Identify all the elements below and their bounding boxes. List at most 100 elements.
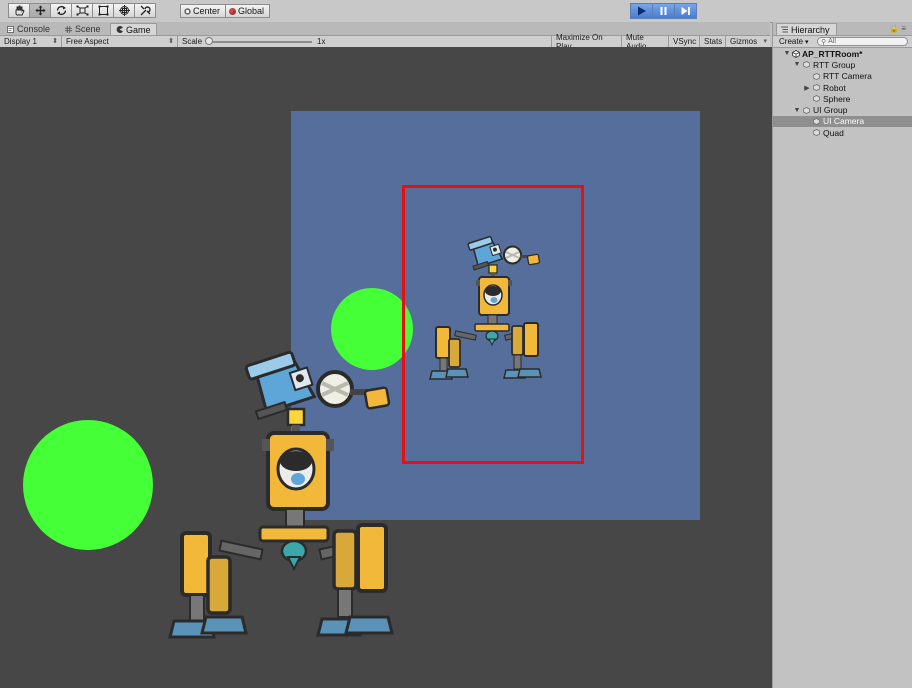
aspect-label: Free Aspect: [66, 37, 109, 46]
aspect-dropdown[interactable]: Free Aspect ⬍: [62, 36, 178, 47]
create-label: Create: [779, 37, 804, 46]
tab-console[interactable]: Console: [2, 23, 55, 35]
stats-label: Stats: [704, 37, 723, 46]
sphere-left: [23, 420, 153, 550]
hand-icon: [15, 5, 25, 16]
gameobject-cube-icon: [813, 72, 820, 80]
pivot-mode-button[interactable]: Center: [180, 4, 227, 18]
vsync-toggle[interactable]: VSync: [669, 36, 700, 47]
step-button[interactable]: [674, 3, 697, 19]
gameobject-cube-icon: [813, 84, 820, 91]
gizmos-dropdown[interactable]: Gizmos ▾: [726, 36, 770, 47]
hierarchy-item-label: UI Camera: [823, 116, 865, 127]
scale-label: Scale: [182, 37, 203, 46]
scale-icon: [76, 5, 88, 16]
display-dropdown[interactable]: Display 1 ⬍: [0, 36, 62, 47]
main-toolbar: Center Global: [0, 0, 912, 23]
step-icon: [681, 7, 690, 15]
hierarchy-item-label: Robot: [823, 82, 846, 93]
custom-tool-button[interactable]: [134, 3, 156, 18]
hierarchy-item-label: RTT Camera: [823, 71, 872, 82]
hierarchy-tab-label: Hierarchy: [791, 24, 830, 35]
create-dropdown[interactable]: Create ▾: [779, 36, 809, 47]
scale-value: 1x: [317, 37, 326, 46]
hierarchy-item-label: Quad: [823, 127, 844, 138]
hierarchy-item-sphere[interactable]: Sphere: [773, 93, 912, 104]
game-render: [23, 111, 700, 639]
display-label: Display 1: [4, 37, 37, 46]
transform-tools: [8, 3, 156, 18]
transform-gizmo-icon: [118, 5, 130, 16]
scale-tool-button[interactable]: [71, 3, 93, 18]
pause-button[interactable]: [652, 3, 675, 19]
pause-icon: [660, 7, 667, 15]
unity-scene-icon: [792, 49, 800, 58]
hierarchy-search-input[interactable]: ⚲ All: [817, 37, 908, 46]
pivot-rotation-label: Global: [238, 6, 265, 16]
tab-scene[interactable]: Scene: [60, 23, 106, 35]
scale-slider-track[interactable]: [210, 41, 312, 43]
move-tool-button[interactable]: [29, 3, 51, 18]
global-sphere-icon: [229, 7, 237, 15]
rect-transform-icon: [98, 5, 108, 16]
hierarchy-tree: ▼ AP_RTTRoom* ▼ RTT Group RTT Camera ▶ R…: [773, 48, 912, 138]
hierarchy-tabbar: Hierarchy 🔒≡: [773, 22, 912, 36]
tab-console-label: Console: [17, 24, 51, 34]
hierarchy-item-rtt-group[interactable]: ▼ RTT Group: [773, 59, 912, 70]
search-icon: ⚲: [821, 38, 827, 46]
maximize-on-play-toggle[interactable]: Maximize On Play: [552, 33, 622, 51]
rotate-tool-button[interactable]: [50, 3, 72, 18]
tab-game-label: Game: [126, 24, 151, 35]
pivot-mode-label: Center: [193, 6, 221, 16]
pivot-rotation-button[interactable]: Global: [225, 4, 271, 18]
sphere-behind: [331, 288, 413, 370]
console-icon: [7, 25, 14, 33]
stats-toggle[interactable]: Stats: [700, 36, 726, 47]
move-arrows-icon: [35, 5, 45, 16]
gameobject-cube-icon: [813, 95, 820, 103]
game-panel: Console Scene Game Display 1 ⬍ Free Aspe…: [0, 22, 783, 688]
hierarchy-panel: Hierarchy 🔒≡ Create ▾ ⚲ All ▼ AP_RTTRoom…: [772, 22, 912, 688]
dropdown-arrow-icon: ▾: [805, 38, 809, 46]
tab-hierarchy[interactable]: Hierarchy: [776, 23, 837, 35]
scene-root-row[interactable]: ▼ AP_RTTRoom*: [773, 48, 912, 59]
wrench-icon: [140, 5, 151, 16]
panel-menu-icons[interactable]: 🔒≡: [889, 24, 908, 33]
gameobject-cube-icon: [803, 106, 810, 114]
rotate-icon: [56, 6, 66, 15]
tab-game[interactable]: Game: [110, 23, 157, 35]
rect-tool-button[interactable]: [92, 3, 114, 18]
playback-controls: [630, 3, 697, 19]
scale-slider-handle[interactable]: [205, 37, 213, 45]
dropdown-arrow-icon: ⬍: [52, 38, 58, 45]
scene-name: AP_RTTRoom*: [802, 48, 863, 59]
game-pacman-icon: [116, 26, 123, 33]
hierarchy-item-label: Sphere: [823, 93, 851, 104]
hierarchy-item-quad[interactable]: Quad: [773, 127, 912, 138]
hierarchy-item-label: RTT Group: [813, 59, 856, 70]
expand-arrow-icon[interactable]: ▼: [783, 50, 791, 57]
hierarchy-item-robot[interactable]: ▶ Robot: [773, 82, 912, 93]
scene-grid-icon: [65, 25, 72, 33]
hierarchy-item-ui-camera[interactable]: UI Camera: [773, 115, 912, 128]
gameobject-cube-icon: [813, 129, 820, 137]
pivot-controls: Center Global: [180, 4, 271, 18]
hierarchy-item-rtt-camera[interactable]: RTT Camera: [773, 71, 912, 82]
play-icon: [638, 6, 646, 16]
play-button[interactable]: [630, 3, 653, 19]
vsync-label: VSync: [673, 37, 697, 46]
collapse-arrow-icon[interactable]: ▶: [803, 84, 811, 92]
game-viewport[interactable]: [0, 47, 783, 688]
transform-tool-button[interactable]: [113, 3, 135, 18]
expand-arrow-icon[interactable]: ▼: [793, 61, 801, 68]
dropdown-arrow-icon: ⬍: [168, 38, 174, 45]
hierarchy-item-ui-group[interactable]: ▼ UI Group: [773, 104, 912, 115]
hierarchy-item-label: UI Group: [813, 105, 848, 116]
hierarchy-list-icon: [781, 26, 788, 33]
mute-audio-toggle[interactable]: Mute Audio: [622, 33, 669, 51]
dropdown-arrow-icon: ▾: [763, 38, 767, 45]
expand-arrow-icon[interactable]: ▼: [793, 107, 801, 114]
gizmos-label: Gizmos: [730, 37, 758, 46]
hand-tool-button[interactable]: [8, 3, 30, 18]
gameobject-cube-icon: [813, 118, 820, 125]
